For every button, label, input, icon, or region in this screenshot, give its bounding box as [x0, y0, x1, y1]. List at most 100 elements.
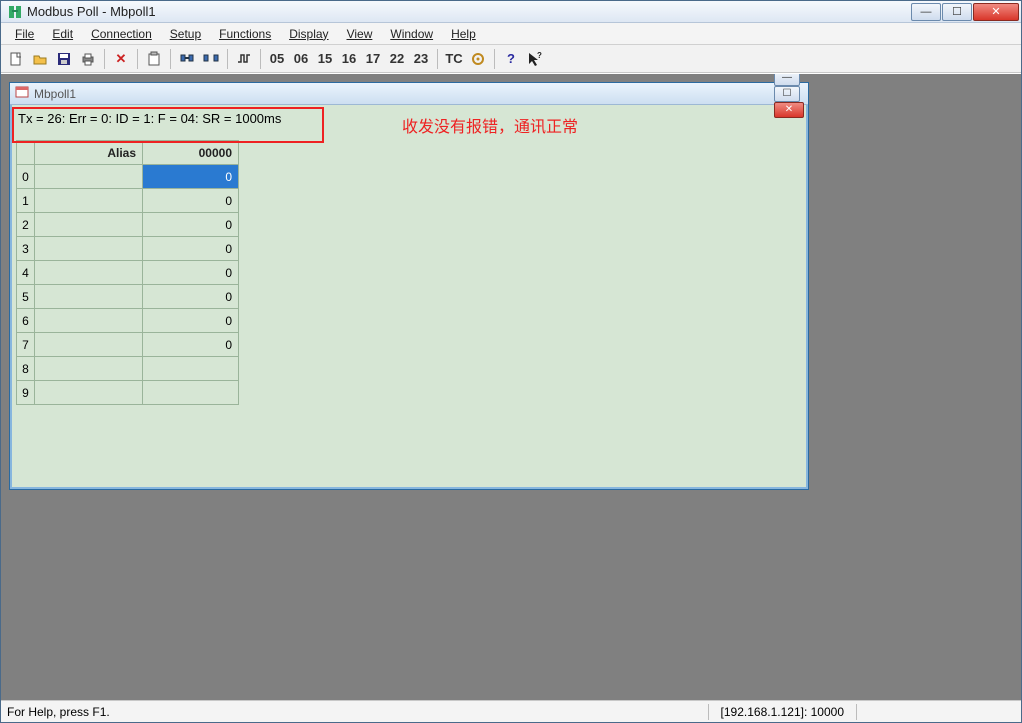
- menu-display[interactable]: Display: [281, 25, 336, 43]
- menu-connection[interactable]: Connection: [83, 25, 160, 43]
- child-app-icon: [14, 84, 30, 103]
- alias-cell[interactable]: [35, 213, 143, 237]
- fn05-button[interactable]: 05: [266, 48, 288, 70]
- close-button[interactable]: ✕: [973, 3, 1019, 21]
- minimize-button[interactable]: —: [911, 3, 941, 21]
- menu-edit[interactable]: Edit: [44, 25, 81, 43]
- grid-header-value[interactable]: 00000: [143, 141, 239, 165]
- menu-functions[interactable]: Functions: [211, 25, 279, 43]
- open-button[interactable]: [29, 48, 51, 70]
- connect-button[interactable]: [176, 48, 198, 70]
- menu-file[interactable]: File: [7, 25, 42, 43]
- settings-button[interactable]: [467, 48, 489, 70]
- child-titlebar: Mbpoll1 — ☐ ✕: [10, 83, 808, 105]
- alias-cell[interactable]: [35, 333, 143, 357]
- alias-cell[interactable]: [35, 357, 143, 381]
- menu-setup[interactable]: Setup: [162, 25, 209, 43]
- value-cell[interactable]: 0: [143, 165, 239, 189]
- grid-corner: [17, 141, 35, 165]
- row-header[interactable]: 3: [17, 237, 35, 261]
- disconnect-button[interactable]: [200, 48, 222, 70]
- value-cell[interactable]: 0: [143, 333, 239, 357]
- toolbar-separator: [227, 49, 228, 69]
- value-cell[interactable]: 0: [143, 309, 239, 333]
- table-row[interactable]: 9: [17, 381, 239, 405]
- value-cell[interactable]: 0: [143, 285, 239, 309]
- main-window: Modbus Poll - Mbpoll1 — ☐ ✕ File Edit Co…: [0, 0, 1022, 723]
- whatsthis-button[interactable]: ?: [524, 48, 546, 70]
- value-cell[interactable]: 0: [143, 237, 239, 261]
- row-header[interactable]: 2: [17, 213, 35, 237]
- toolbar: ✕ 05 06 15 16 17 22 23 TC ? ?: [1, 45, 1021, 73]
- main-titlebar: Modbus Poll - Mbpoll1 — ☐ ✕: [1, 1, 1021, 23]
- menubar: File Edit Connection Setup Functions Dis…: [1, 23, 1021, 45]
- statusbar-separator: [856, 704, 857, 720]
- statusbar-help: For Help, press F1.: [1, 705, 704, 719]
- table-row[interactable]: 8: [17, 357, 239, 381]
- toolbar-separator: [137, 49, 138, 69]
- statusbar-separator: [708, 704, 709, 720]
- annotation-text: 收发没有报错，通讯正常: [402, 113, 578, 137]
- table-row[interactable]: 30: [17, 237, 239, 261]
- row-header[interactable]: 0: [17, 165, 35, 189]
- value-cell[interactable]: 0: [143, 213, 239, 237]
- table-row[interactable]: 60: [17, 309, 239, 333]
- child-maximize-button[interactable]: ☐: [774, 86, 800, 102]
- child-body: Tx = 26: Err = 0: ID = 1: F = 04: SR = 1…: [10, 105, 808, 489]
- row-header[interactable]: 8: [17, 357, 35, 381]
- fn06-button[interactable]: 06: [290, 48, 312, 70]
- alias-cell[interactable]: [35, 261, 143, 285]
- alias-cell[interactable]: [35, 189, 143, 213]
- table-row[interactable]: 20: [17, 213, 239, 237]
- alias-cell[interactable]: [35, 309, 143, 333]
- maximize-button[interactable]: ☐: [942, 3, 972, 21]
- menu-window[interactable]: Window: [382, 25, 441, 43]
- row-header[interactable]: 1: [17, 189, 35, 213]
- child-minimize-button[interactable]: —: [774, 73, 800, 86]
- mdi-client-area: Mbpoll1 — ☐ ✕ Tx = 26: Err = 0: ID = 1: …: [1, 73, 1021, 700]
- table-row[interactable]: 40: [17, 261, 239, 285]
- fn16-button[interactable]: 16: [338, 48, 360, 70]
- help-button[interactable]: ?: [500, 48, 522, 70]
- save-button[interactable]: [53, 48, 75, 70]
- row-header[interactable]: 6: [17, 309, 35, 333]
- menu-help[interactable]: Help: [443, 25, 484, 43]
- grid-header-alias[interactable]: Alias: [35, 141, 143, 165]
- alias-cell[interactable]: [35, 381, 143, 405]
- fn23-button[interactable]: 23: [410, 48, 432, 70]
- fn15-button[interactable]: 15: [314, 48, 336, 70]
- row-header[interactable]: 9: [17, 381, 35, 405]
- value-cell[interactable]: [143, 357, 239, 381]
- register-grid[interactable]: Alias 00000 001020304050607089: [16, 140, 239, 405]
- value-cell[interactable]: [143, 381, 239, 405]
- clipboard-button[interactable]: [143, 48, 165, 70]
- row-header[interactable]: 7: [17, 333, 35, 357]
- fn22-button[interactable]: 22: [386, 48, 408, 70]
- new-button[interactable]: [5, 48, 27, 70]
- print-button[interactable]: [77, 48, 99, 70]
- delete-button[interactable]: ✕: [110, 48, 132, 70]
- pulse-button[interactable]: [233, 48, 255, 70]
- alias-cell[interactable]: [35, 285, 143, 309]
- grid-body: 001020304050607089: [17, 165, 239, 405]
- menu-view[interactable]: View: [339, 25, 381, 43]
- row-header[interactable]: 5: [17, 285, 35, 309]
- value-cell[interactable]: 0: [143, 261, 239, 285]
- toolbar-separator: [260, 49, 261, 69]
- alias-cell[interactable]: [35, 165, 143, 189]
- tc-button[interactable]: TC: [443, 48, 465, 70]
- statusbar-connection: [192.168.1.121]: 10000: [713, 705, 852, 719]
- table-row[interactable]: 00: [17, 165, 239, 189]
- alias-cell[interactable]: [35, 237, 143, 261]
- fn17-button[interactable]: 17: [362, 48, 384, 70]
- main-title: Modbus Poll - Mbpoll1: [27, 4, 910, 19]
- table-row[interactable]: 10: [17, 189, 239, 213]
- value-cell[interactable]: 0: [143, 189, 239, 213]
- table-row[interactable]: 70: [17, 333, 239, 357]
- child-title: Mbpoll1: [34, 87, 773, 101]
- table-row[interactable]: 50: [17, 285, 239, 309]
- row-header[interactable]: 4: [17, 261, 35, 285]
- toolbar-separator: [437, 49, 438, 69]
- svg-text:?: ?: [537, 51, 542, 60]
- statusbar: For Help, press F1. [192.168.1.121]: 100…: [1, 700, 1021, 722]
